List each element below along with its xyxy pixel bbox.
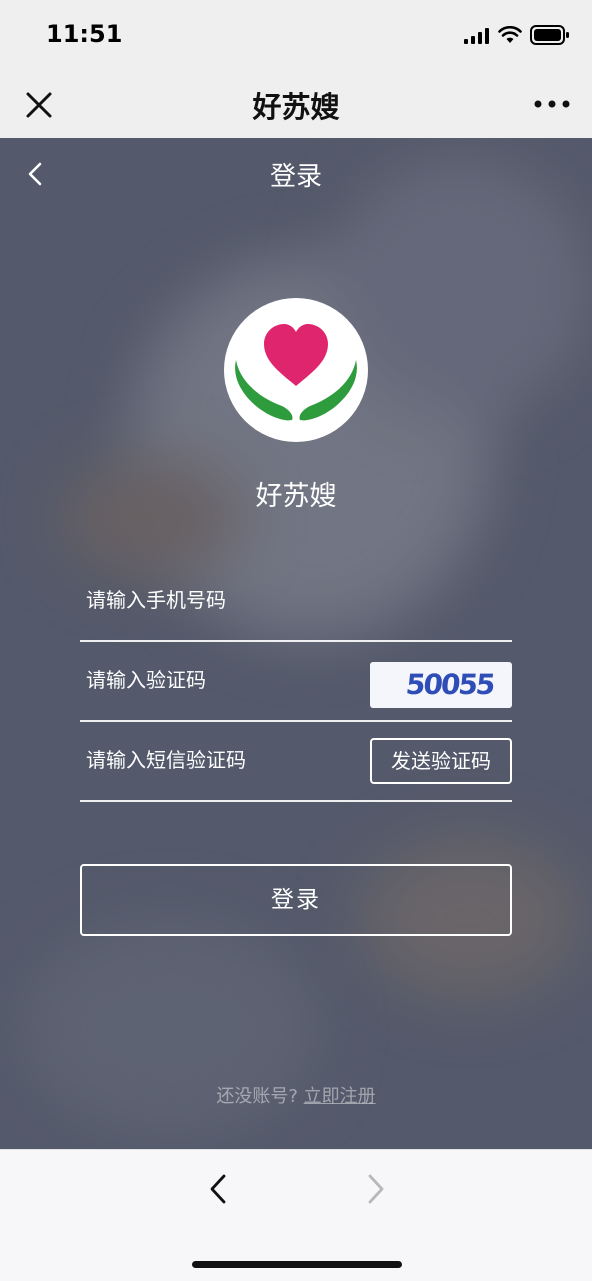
captcha-input[interactable] (84, 640, 368, 720)
page-header: 登录 (0, 138, 592, 212)
status-bar: 11:51 (0, 0, 592, 70)
chevron-left-icon[interactable] (206, 1172, 232, 1206)
sms-code-row: 发送验证码 (80, 720, 512, 802)
signal-icon (464, 28, 489, 44)
phone-row (80, 560, 512, 642)
send-code-button[interactable]: 发送验证码 (370, 738, 512, 784)
battery-icon (530, 25, 569, 45)
wifi-icon (498, 26, 522, 43)
app-name: 好苏嫂 (255, 481, 337, 512)
register-link[interactable]: 立即注册 (304, 1086, 376, 1107)
phone-input[interactable] (84, 560, 368, 640)
more-icon[interactable] (532, 96, 572, 112)
webview-title: 好苏嫂 (252, 90, 340, 124)
register-prompt: 还没账号? (216, 1086, 298, 1107)
heart-hands-icon (235, 324, 357, 421)
captcha-image[interactable]: 50055 (370, 662, 512, 708)
home-indicator[interactable] (192, 1261, 402, 1268)
login-button[interactable]: 登录 (80, 864, 512, 936)
page-title: 登录 (269, 162, 322, 192)
status-time: 11:51 (46, 20, 123, 48)
browser-bottom-bar (0, 1149, 592, 1281)
chevron-right-icon[interactable] (362, 1172, 388, 1206)
register-prompt-line: 还没账号? 立即注册 (0, 1082, 592, 1108)
login-page: 登录 好苏嫂 50055 发送验证码 登录 还没账号? 立即注册 (0, 138, 592, 1149)
sms-code-input[interactable] (84, 720, 368, 800)
captcha-text: 50055 (404, 668, 496, 701)
webview-title-bar: 好苏嫂 (0, 70, 592, 138)
captcha-row: 50055 (80, 640, 512, 722)
app-logo (224, 298, 368, 442)
